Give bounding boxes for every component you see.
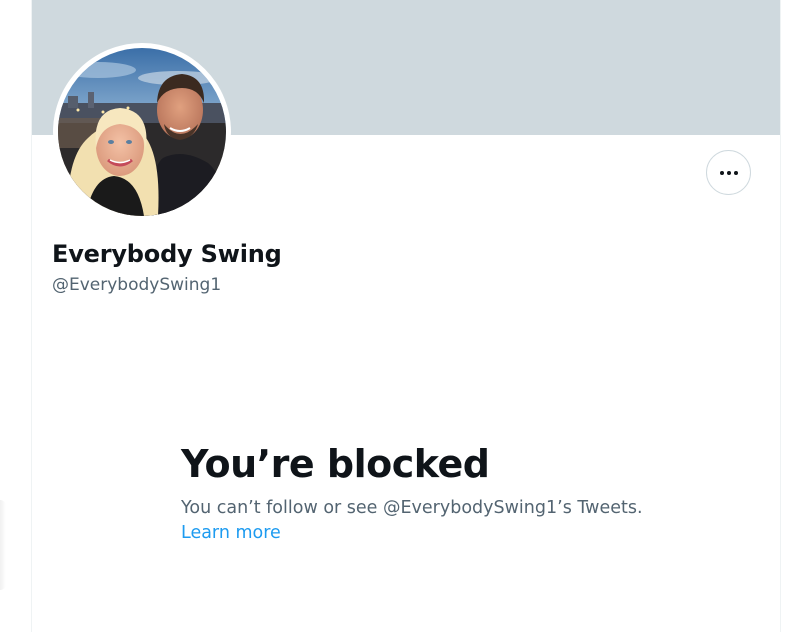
learn-more-link[interactable]: Learn more (181, 521, 281, 546)
more-options-button[interactable] (706, 150, 751, 195)
blocked-description: You can’t follow or see @EverybodySwing1… (181, 498, 643, 518)
blocked-notice: You’re blocked You can’t follow or see @… (181, 440, 701, 546)
ellipsis-horizontal-icon (719, 170, 724, 175)
ellipsis-dot (733, 170, 738, 175)
left-edge-shadow (0, 500, 6, 590)
profile-column: Everybody Swing @EverybodySwing1 You’re … (31, 0, 781, 632)
blocked-title: You’re blocked (181, 442, 490, 486)
profile-photo (58, 48, 226, 216)
ellipsis-dot (726, 170, 731, 175)
profile-display-name: Everybody Swing (52, 240, 282, 268)
avatar[interactable] (53, 43, 231, 221)
profile-handle: @EverybodySwing1 (52, 275, 222, 295)
